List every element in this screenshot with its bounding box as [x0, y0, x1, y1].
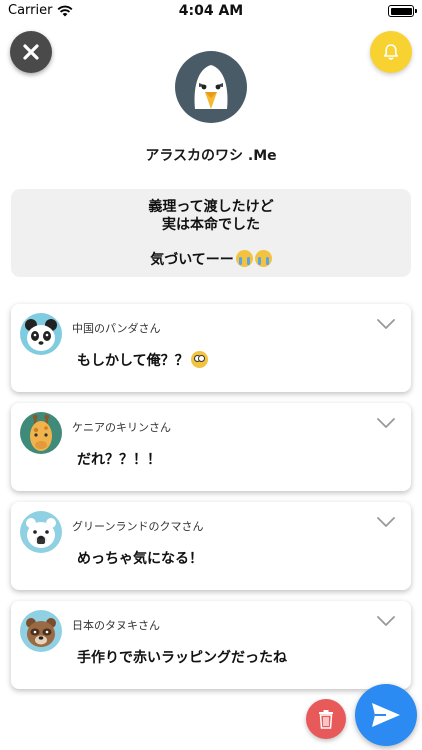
battery-icon	[388, 5, 417, 17]
comment-text: 手作りで赤いラッピングだったね	[77, 650, 287, 666]
message-box: 義理って渡したけど 実は本命でした 気づいてーー	[11, 189, 411, 277]
chevron-down-icon[interactable]	[377, 517, 395, 527]
message-line-2: 実は本命でした	[162, 216, 260, 233]
comment-text: もしかして俺？？	[77, 350, 208, 370]
clock: 4:04 AM	[178, 3, 244, 19]
bell-icon	[383, 44, 399, 60]
comment-username: ケニアのキリンさん	[72, 421, 171, 434]
close-button[interactable]	[10, 31, 52, 73]
notification-button[interactable]	[370, 31, 412, 73]
delete-button[interactable]	[306, 699, 346, 739]
chevron-down-icon[interactable]	[377, 319, 395, 329]
panda-avatar	[20, 313, 62, 355]
message-line-3: 気づいてーー	[150, 251, 234, 268]
message-line-1: 義理って渡したけど	[148, 198, 274, 215]
comment-username: グリーンランドのクマさん	[72, 520, 204, 533]
status-bar: Carrier 4:04 AM	[0, 0, 422, 22]
chevron-down-icon[interactable]	[377, 418, 395, 428]
close-icon	[23, 44, 39, 60]
comment-text: めっちゃ気になる！	[77, 551, 203, 567]
comment-username: 中国のパンダさん	[72, 322, 161, 335]
comment-card[interactable]: 中国のパンダさん もしかして俺？？	[11, 304, 411, 392]
send-button[interactable]	[355, 684, 417, 746]
polar-bear-avatar	[20, 511, 62, 553]
trash-icon	[319, 710, 333, 729]
crying-face-emoji	[235, 249, 253, 267]
profile-name: アラスカのワシ .Me	[145, 148, 277, 164]
comment-card[interactable]: 日本のタヌキさん 手作りで赤いラッピングだったね	[11, 601, 411, 689]
comment-card[interactable]: ケニアのキリンさん だれ？？！！	[11, 403, 411, 491]
flushed-face-emoji	[190, 351, 208, 368]
eagle-avatar	[175, 51, 247, 123]
chevron-down-icon[interactable]	[377, 616, 395, 626]
tanuki-avatar	[20, 610, 62, 652]
crying-face-emoji	[254, 249, 272, 267]
comment-card[interactable]: グリーンランドのクマさん めっちゃ気になる！	[11, 502, 411, 590]
comment-text: だれ？？！！	[77, 452, 161, 468]
message-line-3-row: 気づいてーー	[150, 249, 272, 269]
giraffe-avatar	[20, 412, 62, 454]
comment-username: 日本のタヌキさん	[72, 619, 160, 632]
paper-plane-icon	[372, 703, 400, 727]
